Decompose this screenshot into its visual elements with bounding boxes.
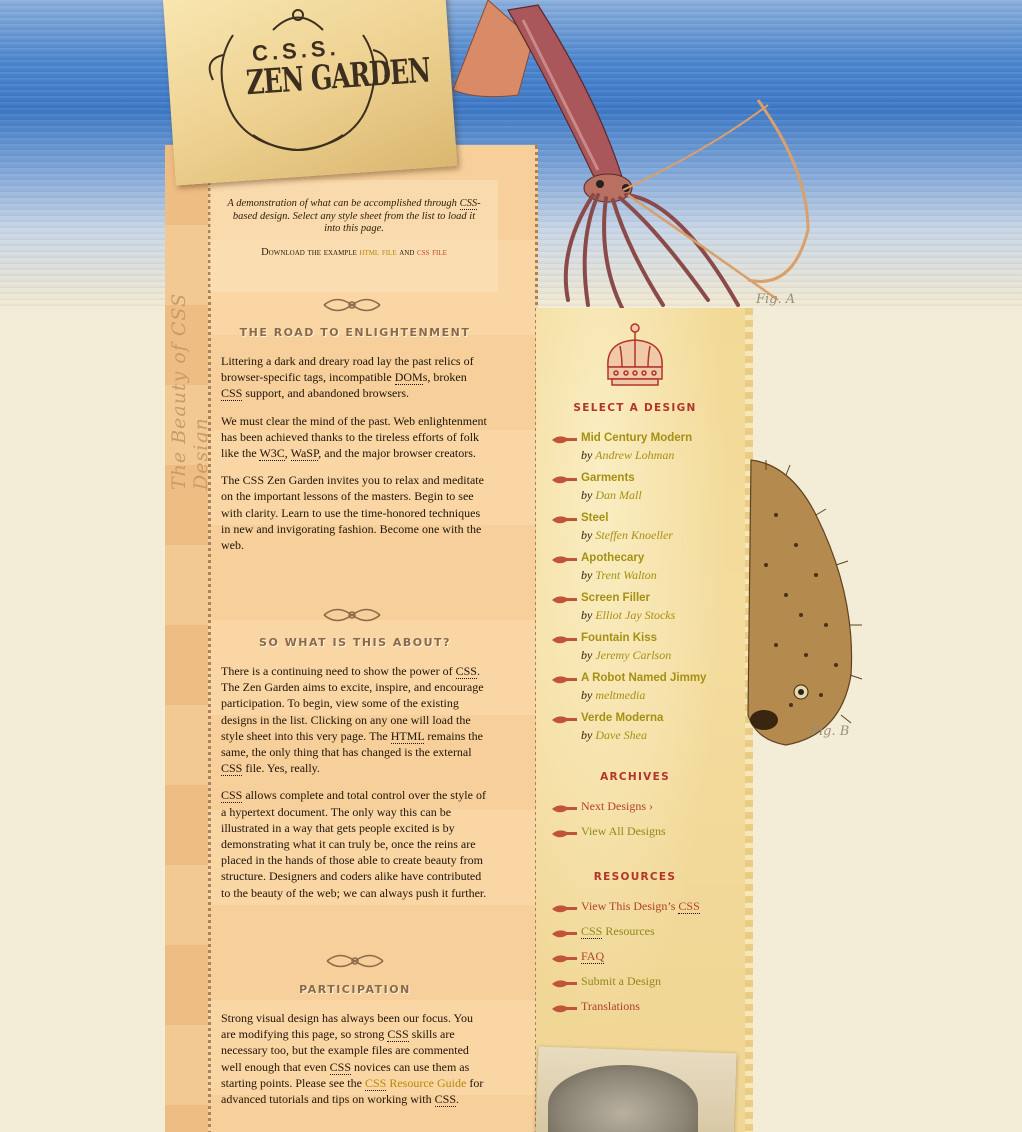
pointing-hand-icon (552, 636, 577, 644)
fig-a-label: Fig. A (756, 292, 796, 307)
design-author-link[interactable]: Trent Walton (595, 568, 656, 582)
section-about-text: There is a continuing need to show the p… (221, 664, 487, 900)
flourish-icon (326, 954, 384, 968)
design-list-item[interactable]: Steel by Steffen Knoeller (551, 512, 741, 548)
design-name-link[interactable]: Screen Filler (581, 592, 650, 604)
design-name-link[interactable]: Fountain Kiss (581, 632, 657, 644)
design-byline: by meltmedia (581, 688, 646, 702)
design-list-item[interactable]: Verde Moderna by Dave Shea (551, 712, 741, 748)
design-byline: by Dan Mall (581, 488, 642, 502)
intro-panel (210, 180, 498, 292)
pointing-hand-icon (552, 476, 577, 484)
select-design-heading: Select a Design (573, 402, 697, 414)
design-list-item[interactable]: Garments by Dan Mall (551, 472, 741, 508)
design-author-link[interactable]: Elliot Jay Stocks (595, 608, 675, 622)
pointing-hand-icon (552, 805, 577, 813)
design-author-link[interactable]: Dan Mall (595, 488, 641, 502)
heading-what-is-this-about: So What is This About? (259, 636, 451, 649)
translations-link[interactable]: Translations (551, 999, 741, 1017)
heading-participation: Participation (299, 983, 411, 996)
view-all-designs-link[interactable]: View All Designs (551, 824, 741, 842)
pufferfish-illustration (747, 459, 863, 746)
pointing-hand-icon (552, 436, 577, 444)
design-byline: by Elliot Jay Stocks (581, 608, 676, 622)
css-resource-guide-link[interactable]: CSS Resource Guide (364, 1075, 466, 1091)
design-author-link[interactable]: Andrew Lohman (595, 448, 674, 462)
pointing-hand-icon (552, 596, 577, 604)
design-name-link[interactable]: A Robot Named Jimmy (581, 672, 706, 684)
intro-summary: A demonstration of what can be accomplis… (227, 198, 481, 234)
css-resources-link[interactable]: CSS Resources (551, 924, 741, 942)
css-file-link[interactable]: css file (417, 247, 447, 258)
design-list-item[interactable]: Screen Filler by Elliot Jay Stocks (551, 592, 741, 628)
view-this-design-css-link[interactable]: View This Design’s CSS (551, 899, 741, 917)
design-author-link[interactable]: meltmedia (595, 688, 645, 702)
pointing-hand-icon (552, 980, 577, 988)
design-name-link[interactable]: Mid Century Modern (581, 432, 692, 444)
submit-design-link[interactable]: Submit a Design (551, 974, 741, 992)
design-list-item[interactable]: A Robot Named Jimmy by meltmedia (551, 672, 741, 708)
download-line: Download the example html file and css f… (261, 247, 447, 258)
section-participation-text: Strong visual design has always been our… (221, 1011, 484, 1108)
design-author-link[interactable]: Steffen Knoeller (595, 528, 673, 542)
html-file-link[interactable]: html file (359, 247, 396, 258)
design-list-item[interactable]: Mid Century Modern by Andrew Lohman (551, 432, 741, 468)
flourish-icon (323, 298, 381, 312)
design-byline: by Trent Walton (581, 568, 657, 582)
design-name-link[interactable]: Apothecary (581, 552, 644, 564)
flourish-icon (323, 608, 381, 622)
pointing-hand-icon (552, 516, 577, 524)
pointing-hand-icon (552, 556, 577, 564)
design-author-link[interactable]: Jeremy Carlson (595, 648, 671, 662)
design-name-link[interactable]: Verde Moderna (581, 712, 663, 724)
heading-road-to-enlightenment: The Road to Enlightenment (239, 326, 471, 339)
pointing-hand-icon (552, 830, 577, 838)
crown-icon (607, 323, 663, 386)
archives-heading: Archives (600, 771, 670, 783)
faq-link[interactable]: FAQ (551, 949, 741, 967)
css-abbr: CSS (459, 198, 478, 210)
design-byline: by Dave Shea (581, 728, 647, 742)
fig-b-label: Fig. B (810, 724, 850, 739)
design-byline: by Jeremy Carlson (581, 648, 672, 662)
design-list-item[interactable]: Apothecary by Trent Walton (551, 552, 741, 588)
design-byline: by Steffen Knoeller (581, 528, 673, 542)
pointing-hand-icon (552, 716, 577, 724)
pointing-hand-icon (552, 955, 577, 963)
vertical-tagline: The Beauty of CSS Design (168, 292, 212, 490)
resources-heading: Resources (593, 871, 677, 883)
section-road-text: Littering a dark and dreary road lay the… (221, 354, 487, 553)
pointing-hand-icon (552, 676, 577, 684)
pointing-hand-icon (552, 1005, 577, 1013)
design-byline: by Andrew Lohman (581, 448, 675, 462)
design-author-link[interactable]: Dave Shea (595, 728, 647, 742)
pointing-hand-icon (552, 905, 577, 913)
design-list-item[interactable]: Fountain Kiss by Jeremy Carlson (551, 632, 741, 668)
pointing-hand-icon (552, 930, 577, 938)
design-name-link[interactable]: Garments (581, 472, 635, 484)
design-name-link[interactable]: Steel (581, 512, 609, 524)
next-designs-link[interactable]: Next Designs › (551, 799, 741, 817)
